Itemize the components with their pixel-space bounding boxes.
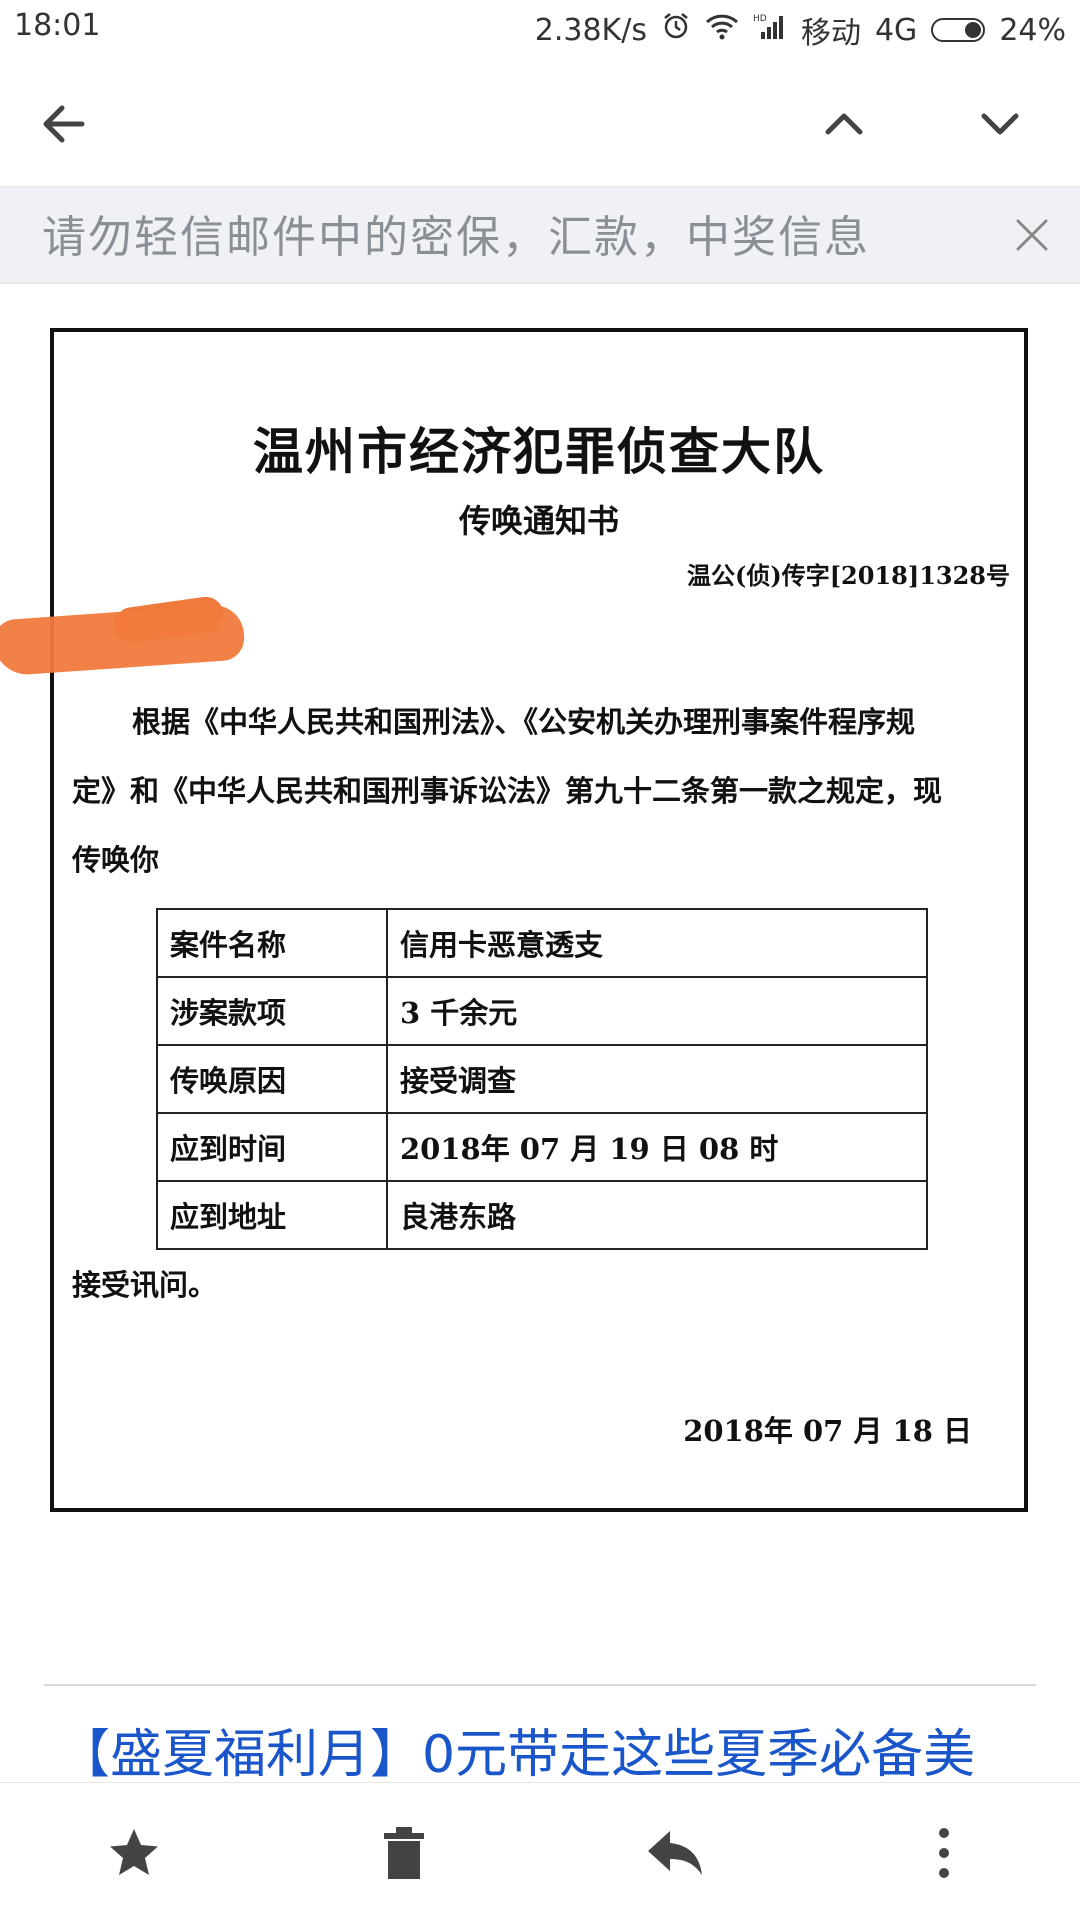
paragraph-line: 定》和《中华人民共和国刑事诉讼法》第九十二条第一款之规定，现 xyxy=(72,774,943,808)
next-mail-button[interactable] xyxy=(964,88,1036,160)
svg-text:HD: HD xyxy=(753,14,767,24)
document-number: 温公(侦)传字[2018]1328号 xyxy=(686,561,1010,590)
table-key: 传唤原因 xyxy=(156,1044,388,1114)
status-bar: 18:01 2.38K/s HD 移动 4G 24% xyxy=(0,0,1080,56)
table-row: 传唤原因 接受调查 xyxy=(156,1044,928,1114)
delete-button[interactable] xyxy=(364,1813,444,1893)
close-icon xyxy=(1016,219,1048,251)
arrow-left-icon xyxy=(43,105,85,143)
table-row: 案件名称 信用卡恶意透支 xyxy=(156,908,928,978)
table-row: 涉案款项 3 千余元 xyxy=(156,976,928,1046)
table-key: 涉案款项 xyxy=(156,976,388,1046)
banner-close-button[interactable] xyxy=(1000,203,1064,267)
carrier-name: 移动 xyxy=(800,16,861,51)
network-type: 4G xyxy=(874,12,918,48)
status-time: 18:01 xyxy=(14,8,101,43)
document-subtitle: 传唤通知书 xyxy=(458,502,619,540)
chevron-up-icon xyxy=(825,113,863,135)
summons-document-image[interactable]: 温州市经济犯罪侦查大队 传唤通知书 温公(侦)传字[2018]1328号 根据《… xyxy=(0,328,1028,1512)
banner-text: 请勿轻信邮件中的密保，汇款，中奖信息 xyxy=(42,212,870,263)
mail-action-bar xyxy=(0,1782,1080,1921)
security-warning-banner: 请勿轻信邮件中的密保，汇款，中奖信息 xyxy=(0,186,1080,284)
wifi-icon xyxy=(705,12,739,48)
more-options-button[interactable] xyxy=(904,1813,984,1893)
reply-icon xyxy=(648,1831,702,1875)
paragraph-line: 传唤你 xyxy=(72,843,160,877)
table-row: 应到时间 2018年 07 月 19 日 08 时 xyxy=(156,1112,928,1182)
table-value: 3 千余元 xyxy=(386,976,928,1046)
document-date: 2018年 07 月 18 日 xyxy=(683,1414,972,1448)
alarm-icon xyxy=(661,11,691,49)
table-key: 案件名称 xyxy=(156,908,388,978)
chevron-down-icon xyxy=(981,113,1019,135)
table-value: 良港东路 xyxy=(386,1180,928,1250)
mail-toolbar xyxy=(0,64,1080,184)
star-button[interactable] xyxy=(94,1813,174,1893)
trash-icon xyxy=(384,1827,424,1879)
content-divider xyxy=(44,1684,1036,1686)
more-vertical-icon xyxy=(939,1828,949,1878)
battery-level: 24% xyxy=(999,12,1066,48)
net-speed: 2.38K/s xyxy=(534,12,647,48)
document-title: 温州市经济犯罪侦查大队 xyxy=(253,422,825,481)
redaction-scribble xyxy=(0,603,246,677)
table-value: 信用卡恶意透支 xyxy=(386,908,928,978)
case-details-table: 案件名称 信用卡恶意透支 涉案款项 3 千余元 传唤原因 接受调查 应到时间 2… xyxy=(156,908,928,1250)
table-value: 接受调查 xyxy=(386,1044,928,1114)
table-value: 2018年 07 月 19 日 08 时 xyxy=(386,1112,928,1182)
previous-mail-button[interactable] xyxy=(808,88,880,160)
reply-button[interactable] xyxy=(636,1813,716,1893)
promo-link[interactable]: 【盛夏福利月】0元带走这些夏季必备美 xyxy=(58,1712,1068,1787)
table-key: 应到时间 xyxy=(156,1112,388,1182)
status-indicators: 2.38K/s HD 移动 4G 24% xyxy=(535,8,1066,52)
back-button[interactable] xyxy=(28,88,100,160)
table-key: 应到地址 xyxy=(156,1180,388,1250)
signal-icon: HD xyxy=(753,12,787,48)
paragraph-line: 根据《中华人民共和国刑法》、《公安机关办理刑事案件程序规 xyxy=(132,705,916,739)
document-paragraph: 根据《中华人民共和国刑法》、《公安机关办理刑事案件程序规 定》和《中华人民共和国… xyxy=(72,688,1012,895)
battery-icon xyxy=(931,18,986,42)
star-icon xyxy=(110,1829,158,1875)
table-row: 应到地址 良港东路 xyxy=(156,1180,928,1250)
document-closing: 接受讯问。 xyxy=(72,1268,218,1302)
